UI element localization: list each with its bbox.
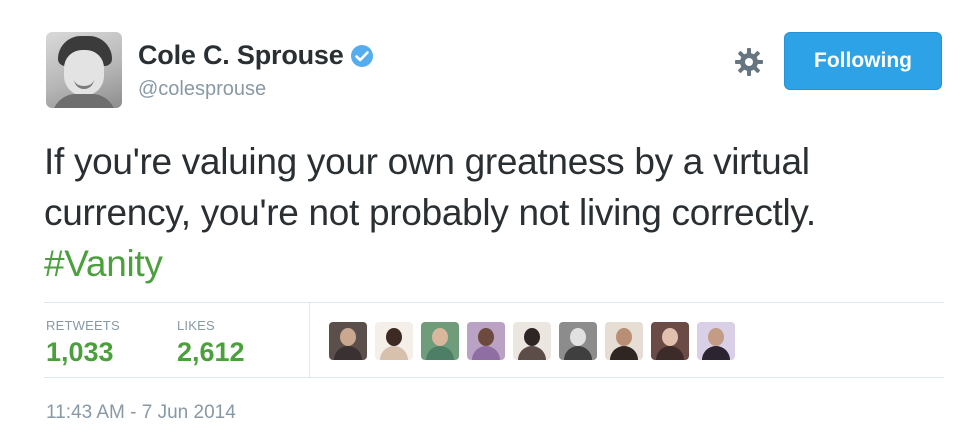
stats-separator	[309, 303, 310, 377]
following-button[interactable]: Following	[784, 32, 942, 90]
retweets-stat[interactable]: RETWEETS 1,033	[46, 318, 120, 368]
tweet-text: If you're valuing your own greatness by …	[44, 136, 964, 289]
retweets-label: RETWEETS	[46, 318, 120, 333]
liker-avatar-head	[432, 328, 448, 346]
liker-avatar-body	[380, 346, 408, 360]
liker-avatar-body	[564, 346, 592, 360]
liker-avatar-head	[662, 328, 678, 346]
liker-avatar-body	[656, 346, 684, 360]
liker-avatar[interactable]	[329, 322, 367, 360]
liker-avatar-head	[616, 328, 632, 346]
likes-label: LIKES	[177, 318, 215, 333]
avatar-face	[64, 50, 104, 96]
user-name-row[interactable]: Cole C. Sprouse	[138, 40, 374, 71]
liker-avatar[interactable]	[697, 322, 735, 360]
liker-avatar[interactable]	[467, 322, 505, 360]
liker-avatar-head	[340, 328, 356, 346]
liker-avatar-head	[524, 328, 540, 346]
tweet-card: Cole C. Sprouse @colesprouse Following I…	[0, 0, 980, 444]
liker-avatar-body	[702, 346, 730, 360]
liker-avatar[interactable]	[421, 322, 459, 360]
hashtag-link[interactable]: #Vanity	[44, 238, 964, 289]
user-handle[interactable]: @colesprouse	[138, 78, 266, 101]
likes-stat[interactable]: LIKES 2,612	[177, 318, 245, 368]
avatar-shirt	[52, 94, 116, 108]
tweet-text-line: If you're valuing your own greatness by …	[44, 141, 810, 182]
liker-avatar[interactable]	[559, 322, 597, 360]
stats-divider-top	[44, 302, 944, 303]
liker-avatar-body	[610, 346, 638, 360]
liker-avatar-body	[334, 346, 362, 360]
liker-avatar-head	[708, 328, 724, 346]
tweet-timestamp[interactable]: 11:43 AM - 7 Jun 2014	[46, 402, 236, 424]
likes-count[interactable]: 2,612	[177, 337, 245, 368]
liker-avatar-body	[426, 346, 454, 360]
liker-avatar[interactable]	[513, 322, 551, 360]
verified-badge-icon	[350, 44, 374, 68]
display-name[interactable]: Cole C. Sprouse	[138, 40, 344, 71]
stats-divider-bottom	[44, 377, 944, 378]
liker-avatar-head	[478, 328, 494, 346]
liker-avatar-body	[518, 346, 546, 360]
retweets-count[interactable]: 1,033	[46, 337, 120, 368]
liker-avatar-head	[570, 328, 586, 346]
profile-avatar[interactable]	[46, 32, 122, 108]
liker-avatar[interactable]	[375, 322, 413, 360]
liker-avatar[interactable]	[605, 322, 643, 360]
liker-avatar-head	[386, 328, 402, 346]
liker-avatar-body	[472, 346, 500, 360]
tweet-text-line: currency, you're not probably not living…	[44, 192, 816, 233]
liker-avatar[interactable]	[651, 322, 689, 360]
gear-icon[interactable]	[733, 46, 765, 78]
